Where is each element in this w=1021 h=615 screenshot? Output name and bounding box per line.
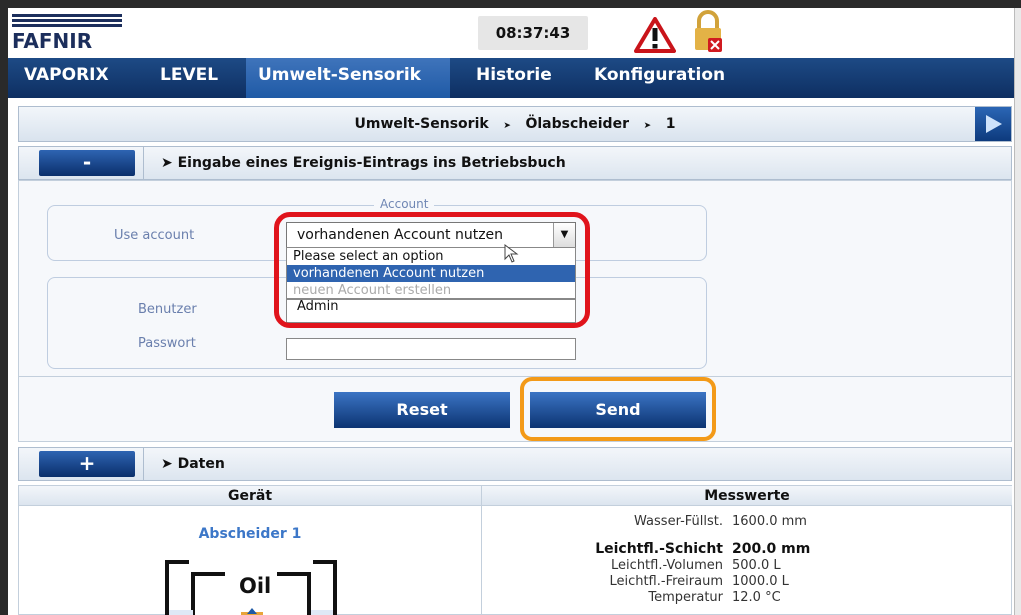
measurement-label: Wasser-Füllst. [634,514,723,529]
nav-konfiguration[interactable]: Konfiguration [582,58,737,98]
tank-oil-label: Oil [239,574,272,598]
nav-vaporix[interactable]: VAPORIX [12,58,121,98]
column-header-values: Messwerte [482,486,1012,506]
red-highlight-frame [274,212,590,328]
account-legend: Account [374,197,435,211]
logo-text: FAFNIR [12,29,93,53]
event-entry-section-header: - ➤ Eingabe eines Ereignis-Eintrags ins … [18,146,1012,180]
expand-button[interactable]: + [39,451,135,477]
nav-level[interactable]: LEVEL [148,58,230,98]
touch-screen: FAFNIR 08:37:43 VAPORIX LEVEL Umwelt-Sen… [8,8,1014,615]
fafnir-logo: FAFNIR [12,14,122,53]
measurement-label: Leichtfl.-Freiraum [609,574,723,589]
user-label: Benutzer [138,302,197,317]
column-header-device: Gerät [19,486,481,506]
breadcrumb-item[interactable]: 1 [666,116,676,132]
breadcrumb-separator: ➤ [503,121,511,131]
scrollbar[interactable] [1014,8,1021,615]
reset-button[interactable]: Reset [334,392,510,428]
measurement-value: 1000.0 L [732,574,789,589]
measurement-value: 500.0 L [732,558,781,573]
measurement-value: 12.0 °C [732,590,781,605]
top-bar: FAFNIR 08:37:43 [8,8,1014,58]
orange-highlight-frame [520,377,716,441]
measurement-label: Leichtfl.-Schicht [595,541,723,557]
breadcrumb-item[interactable]: Ölabscheider [525,116,628,132]
use-account-label: Use account [114,228,195,243]
breadcrumb: Umwelt-Sensorik ➤ Ölabscheider ➤ 1 [18,106,1012,142]
breadcrumb-item[interactable]: Umwelt-Sensorik [354,116,488,132]
section-title: ➤ Eingabe eines Ereignis-Eintrags ins Be… [161,155,566,171]
measurement-label: Temperatur [648,590,723,605]
device-link[interactable]: Abscheider 1 [19,526,481,542]
main-nav: VAPORIX LEVEL Umwelt-Sensorik Historie K… [8,58,1014,98]
clock: 08:37:43 [478,16,588,50]
section-title: ➤ Daten [161,456,225,472]
play-arrow-icon [986,115,1002,133]
breadcrumb-separator: ➤ [643,121,652,131]
collapse-button[interactable]: - [39,150,135,176]
padlock-icon[interactable] [691,10,725,54]
measurement-value: 1600.0 mm [732,514,807,529]
nav-historie[interactable]: Historie [464,58,564,98]
data-section-header: + ➤ Daten [18,447,1012,481]
data-table: Gerät Messwerte Abscheider 1 Oil Wasser-… [18,485,1012,615]
next-page-button[interactable] [975,107,1011,141]
warning-triangle-icon[interactable] [634,17,676,53]
measurement-value: 200.0 mm [732,541,811,557]
password-field[interactable] [286,338,576,360]
password-label: Passwort [138,336,196,351]
measurement-label: Leichtfl.-Volumen [611,558,723,573]
nav-umwelt-sensorik[interactable]: Umwelt-Sensorik [246,58,450,98]
